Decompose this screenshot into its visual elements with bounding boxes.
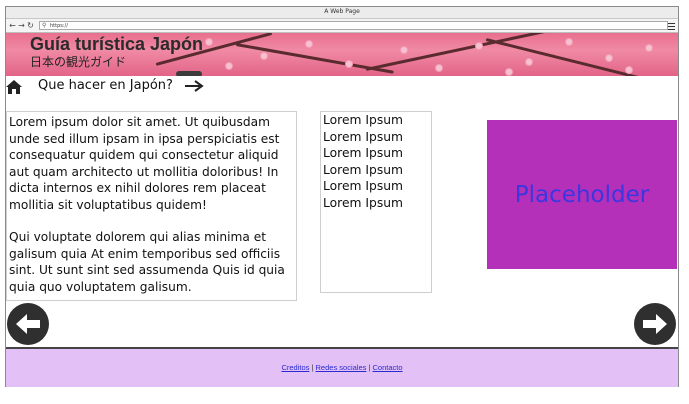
footer-separator: | [311,363,314,372]
paragraph: Lorem ipsum dolor sit amet. Ut quibusdam… [9,115,280,212]
footer: Creditos | Redes sociales | Contacto [6,349,678,387]
arrow-left-circle-icon [16,314,40,334]
list-item[interactable]: Lorem Ipsum [323,129,429,146]
link-list: Lorem Ipsum Lorem Ipsum Lorem Ipsum Lore… [320,111,432,293]
lock-icon: ⚲ [42,22,47,29]
list-item[interactable]: Lorem Ipsum [323,178,429,195]
footer-link-creditos[interactable]: Creditos [281,363,309,372]
list-item[interactable]: Lorem Ipsum [323,162,429,179]
site-subtitle: 日本の観光ガイド [30,55,127,69]
site-title: Guía turística Japón [30,34,204,54]
article-text: Lorem ipsum dolor sit amet. Ut quibusdam… [6,111,297,301]
previous-button[interactable] [7,303,49,345]
window-title: A Web Page [324,8,360,15]
next-button[interactable] [634,303,676,345]
header-banner: Guía turística Japón 日本の観光ガイド [6,33,678,76]
home-icon[interactable] [6,80,22,94]
footer-link-redes-sociales[interactable]: Redes sociales [316,363,367,372]
image-placeholder: Placeholder [487,120,677,269]
paragraph: Qui voluptate dolorem qui alias minima e… [9,230,285,294]
url-text: https:// [50,23,68,29]
placeholder-label: Placeholder [514,181,650,208]
browser-toolbar: ← → ↻ ⚲ https:// [6,19,678,33]
menu-icon[interactable] [668,21,675,30]
arrow-right-circle-icon [643,314,667,334]
footer-link-contacto[interactable]: Contacto [373,363,403,372]
nav-link-que-hacer[interactable]: Que hacer en Japón? [38,78,173,93]
title-bar: A Web Page [6,7,678,19]
list-item[interactable]: Lorem Ipsum [323,145,429,162]
reload-icon[interactable]: ↻ [26,21,35,30]
browser-window: A Web Page ← → ↻ ⚲ https:// Guía turísti… [5,6,679,387]
list-item[interactable]: Lorem Ipsum [323,195,429,212]
list-item[interactable]: Lorem Ipsum [323,112,429,129]
footer-separator: | [368,363,371,372]
back-icon[interactable]: ← [8,21,17,30]
arrow-right-icon[interactable] [184,80,204,92]
address-bar[interactable]: ⚲ https:// [39,21,668,30]
forward-icon[interactable]: → [17,21,26,30]
